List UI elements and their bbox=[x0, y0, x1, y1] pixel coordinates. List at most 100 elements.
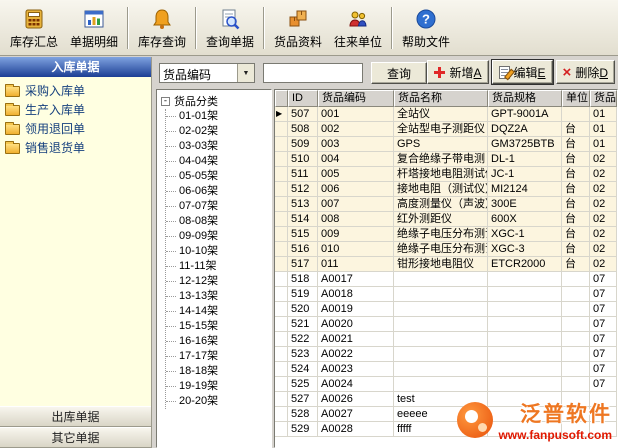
tree-item-01-01架[interactable]: 01-01架 bbox=[166, 109, 271, 124]
column-header-1[interactable]: ID bbox=[288, 90, 318, 107]
tree-item-03-03架[interactable]: 03-03架 bbox=[166, 139, 271, 154]
table-row[interactable]: 519A001807 bbox=[275, 287, 617, 302]
edit-button[interactable]: 编辑E bbox=[492, 60, 553, 84]
table-cell: A0027 bbox=[318, 407, 394, 422]
panel-bar-outbound[interactable]: 出库单据 bbox=[0, 406, 151, 427]
table-row[interactable]: 528A0027eeeee bbox=[275, 407, 617, 422]
table-cell: 01 bbox=[590, 122, 617, 137]
table-row[interactable]: 525A002407 bbox=[275, 377, 617, 392]
search-input[interactable] bbox=[263, 63, 363, 83]
tree-item-18-18架[interactable]: 18-18架 bbox=[166, 364, 271, 379]
table-row[interactable]: 515009绝缘子电压分布测试仪XGC-1台02 bbox=[275, 227, 617, 242]
table-cell: XGC-1 bbox=[488, 227, 562, 242]
tree-item-12-12架[interactable]: 12-12架 bbox=[166, 274, 271, 289]
tree-item-06-06架[interactable]: 06-06架 bbox=[166, 184, 271, 199]
table-cell: 07 bbox=[590, 287, 617, 302]
inventory-query-icon bbox=[150, 7, 174, 31]
toolbar-button-inventory-summary[interactable]: 库存汇总 bbox=[4, 2, 64, 54]
tree-item-16-16架[interactable]: 16-16架 bbox=[166, 334, 271, 349]
toolbar-button-partner-unit[interactable]: 往来单位 bbox=[328, 2, 388, 54]
table-cell: 07 bbox=[590, 317, 617, 332]
table-row[interactable]: 521A002007 bbox=[275, 317, 617, 332]
table-cell: 010 bbox=[318, 242, 394, 257]
add-button[interactable]: 新增A bbox=[427, 60, 488, 84]
table-row[interactable]: 516010绝缘子电压分布测试仪XGC-3台02 bbox=[275, 242, 617, 257]
query-button[interactable]: 查询 bbox=[371, 62, 427, 84]
table-row[interactable]: 522A002107 bbox=[275, 332, 617, 347]
goods-table: ID货品编码货品名称货品规格单位货品分类 ▶507001全站仪GPT-9001A… bbox=[274, 89, 618, 448]
action-button-label: 编辑E bbox=[514, 64, 546, 81]
table-cell: fffff bbox=[394, 422, 488, 437]
tree-item-13-13架[interactable]: 13-13架 bbox=[166, 289, 271, 304]
sidebar-header-inbound[interactable]: 入库单据 bbox=[0, 57, 151, 77]
table-cell bbox=[562, 362, 590, 377]
table-row[interactable]: 512006接地电阻（测试仪）MI2124台02 bbox=[275, 182, 617, 197]
table-cell: 杆塔接地电阻测试仪 bbox=[394, 167, 488, 182]
table-cell bbox=[562, 287, 590, 302]
toolbar-button-goods-data[interactable]: 货品资料 bbox=[268, 2, 328, 54]
tree-item-19-19架[interactable]: 19-19架 bbox=[166, 379, 271, 394]
tree-item-10-10架[interactable]: 10-10架 bbox=[166, 244, 271, 259]
table-cell bbox=[394, 332, 488, 347]
table-row[interactable]: 510004复合绝缘子带电测DL-1台02 bbox=[275, 152, 617, 167]
column-header-4[interactable]: 货品规格 bbox=[488, 90, 562, 107]
table-cell: 07 bbox=[590, 362, 617, 377]
toolbar-button-query-document[interactable]: 查询单据 bbox=[200, 2, 260, 54]
action-button-label: 删除D bbox=[575, 64, 608, 81]
tree-item-17-17架[interactable]: 17-17架 bbox=[166, 349, 271, 364]
table-row[interactable]: 509003GPSGM3725BTB台01 bbox=[275, 137, 617, 152]
table-cell: 002 bbox=[318, 122, 394, 137]
tree-item-11-11架[interactable]: 11-11架 bbox=[166, 259, 271, 274]
table-cell: 07 bbox=[590, 272, 617, 287]
tree-item-05-05架[interactable]: 05-05架 bbox=[166, 169, 271, 184]
table-row[interactable]: 511005杆塔接地电阻测试仪JC-1台02 bbox=[275, 167, 617, 182]
action-buttons: 新增A 编辑E ×删除D bbox=[427, 60, 615, 84]
sidebar-item-3[interactable]: 领用退回单 bbox=[0, 119, 151, 138]
tree-item-14-14架[interactable]: 14-14架 bbox=[166, 304, 271, 319]
column-header-3[interactable]: 货品名称 bbox=[394, 90, 488, 107]
tree-item-07-07架[interactable]: 07-07架 bbox=[166, 199, 271, 214]
delete-button[interactable]: ×删除D bbox=[556, 60, 615, 84]
tree-item-04-04架[interactable]: 04-04架 bbox=[166, 154, 271, 169]
search-field-select[interactable]: 货品编码 ▼ bbox=[159, 63, 255, 83]
collapse-icon[interactable]: - bbox=[161, 97, 170, 106]
table-row[interactable]: 517011钳形接地电阻仪ETCR2000台02 bbox=[275, 257, 617, 272]
table-row[interactable]: 520A001907 bbox=[275, 302, 617, 317]
toolbar-button-document-detail[interactable]: 单据明细 bbox=[64, 2, 124, 54]
tree-item-20-20架[interactable]: 20-20架 bbox=[166, 394, 271, 409]
toolbar-button-label: 单据明细 bbox=[70, 33, 118, 50]
toolbar-button-label: 货品资料 bbox=[274, 33, 322, 50]
table-cell: 02 bbox=[590, 182, 617, 197]
panel-bar-other[interactable]: 其它单据 bbox=[0, 427, 151, 448]
table-cell: 511 bbox=[288, 167, 318, 182]
sidebar-item-2[interactable]: 生产入库单 bbox=[0, 100, 151, 119]
tree-item-08-08架[interactable]: 08-08架 bbox=[166, 214, 271, 229]
table-row[interactable]: 524A002307 bbox=[275, 362, 617, 377]
table-row[interactable]: 508002全站型电子测距仪DQZ2A台01 bbox=[275, 122, 617, 137]
table-cell bbox=[488, 347, 562, 362]
tree-item-15-15架[interactable]: 15-15架 bbox=[166, 319, 271, 334]
table-cell: 绝缘子电压分布测试仪 bbox=[394, 227, 488, 242]
column-header-2[interactable]: 货品编码 bbox=[318, 90, 394, 107]
sidebar-item-1[interactable]: 采购入库单 bbox=[0, 81, 151, 100]
toolbar-button-inventory-query[interactable]: 库存查询 bbox=[132, 2, 192, 54]
table-row[interactable]: 518A001707 bbox=[275, 272, 617, 287]
table-row[interactable]: 527A0026test bbox=[275, 392, 617, 407]
row-indicator bbox=[275, 302, 288, 317]
column-header-5[interactable]: 单位 bbox=[562, 90, 590, 107]
table-row[interactable]: ▶507001全站仪GPT-9001A01 bbox=[275, 107, 617, 122]
table-cell: 529 bbox=[288, 422, 318, 437]
table-cell: A0017 bbox=[318, 272, 394, 287]
table-row[interactable]: 514008红外测距仪600X台02 bbox=[275, 212, 617, 227]
tree-item-02-02架[interactable]: 02-02架 bbox=[166, 124, 271, 139]
column-header-6[interactable]: 货品分类 bbox=[590, 90, 617, 107]
table-row[interactable]: 523A002207 bbox=[275, 347, 617, 362]
toolbar-button-help-file[interactable]: ?帮助文件 bbox=[396, 2, 456, 54]
table-cell: 台 bbox=[562, 167, 590, 182]
sidebar-item-4[interactable]: 销售退货单 bbox=[0, 138, 151, 157]
table-row[interactable]: 513007高度测量仪（声波）300E台02 bbox=[275, 197, 617, 212]
tree-item-09-09架[interactable]: 09-09架 bbox=[166, 229, 271, 244]
tree-root[interactable]: - 货品分类 bbox=[161, 93, 271, 109]
table-row[interactable]: 529A0028fffff bbox=[275, 422, 617, 437]
chevron-down-icon[interactable]: ▼ bbox=[237, 64, 254, 82]
